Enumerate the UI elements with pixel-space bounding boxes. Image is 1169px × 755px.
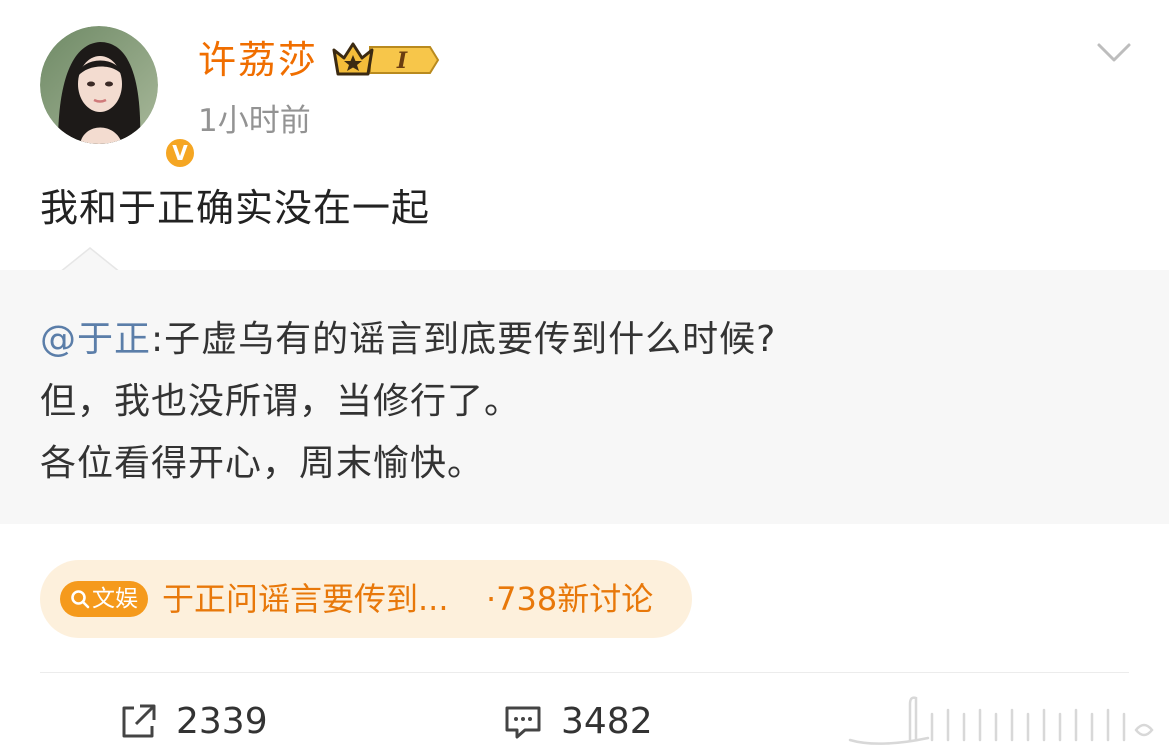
topic-pill[interactable]: 文娱 于正问谣言要传到... ·738新讨论 <box>40 560 692 638</box>
topic-tag-label: 文娱 <box>92 586 138 612</box>
topic-tag: 文娱 <box>60 581 148 617</box>
verified-icon: V <box>163 136 197 170</box>
repost-line-1-text: :子虚乌有的谣言到底要传到什么时候? <box>151 319 777 360</box>
comment-icon <box>505 706 541 739</box>
comment-button[interactable]: 3482 <box>503 697 653 747</box>
mention-link[interactable]: @于正 <box>40 319 151 360</box>
share-icon <box>122 704 156 738</box>
share-button[interactable]: 2339 <box>118 697 268 747</box>
username[interactable]: 许荔莎 <box>198 36 318 84</box>
repost-line-1: @于正:子虚乌有的谣言到底要传到什么时候? <box>40 316 776 364</box>
post-header: V 许荔莎 I 1小时前 <box>0 0 1169 170</box>
topic-discussion-count: ·738新讨论 <box>486 580 654 618</box>
chevron-down-icon[interactable] <box>1096 40 1132 66</box>
search-icon <box>71 590 90 609</box>
vip-crown-badge-icon[interactable]: I <box>330 38 442 82</box>
vip-level: I <box>396 48 408 74</box>
divider <box>40 672 1129 673</box>
repost-line-2: 但，我也没所谓，当修行了。 <box>40 381 522 422</box>
post-timestamp: 1小时前 <box>198 103 311 139</box>
repost-arrow-icon <box>60 247 120 272</box>
comment-count: 3482 <box>561 701 653 742</box>
post-body-text: 我和于正确实没在一起 <box>40 186 431 230</box>
repost-line-3: 各位看得开心，周末愉快。 <box>40 443 485 484</box>
watermark-icon <box>848 696 1154 745</box>
topic-title[interactable]: 于正问谣言要传到... <box>162 576 449 622</box>
avatar[interactable]: V <box>40 26 197 170</box>
share-count: 2339 <box>176 701 268 742</box>
repost-card[interactable]: @于正:子虚乌有的谣言到底要传到什么时候? 但，我也没所谓，当修行了。 各位看得… <box>0 270 1169 524</box>
avatar-image <box>40 26 158 144</box>
